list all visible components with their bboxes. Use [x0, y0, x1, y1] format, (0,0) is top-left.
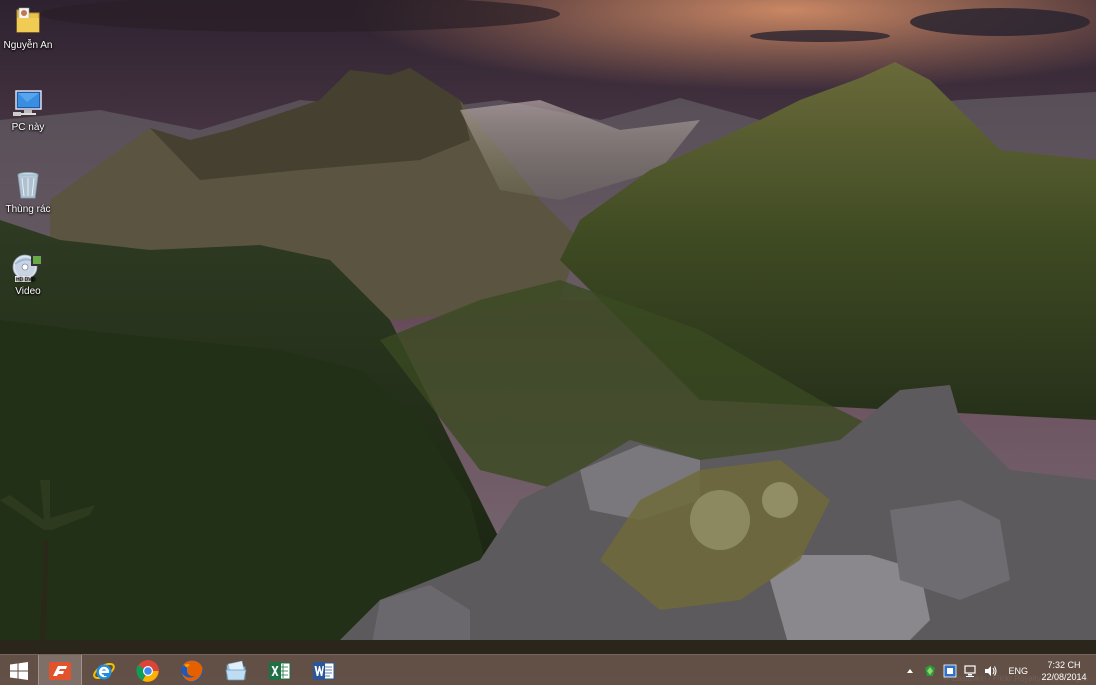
- recycle-bin-icon: [17, 172, 39, 199]
- action-center-button[interactable]: [942, 663, 958, 679]
- desktop-icon-this-pc[interactable]: PC này: [2, 86, 54, 133]
- flag-notification-icon: [944, 664, 957, 677]
- shield-app-icon: [925, 664, 936, 676]
- start-button[interactable]: [0, 655, 38, 685]
- chevron-up-icon: [907, 668, 914, 673]
- taskbar-app-file-explorer[interactable]: [214, 655, 258, 685]
- desktop-icon-label: Video: [15, 286, 41, 297]
- firefox-icon: [181, 659, 203, 682]
- desktop-icon-user-folder[interactable]: Nguyễn An: [2, 4, 54, 51]
- svg-text:HD DVD: HD DVD: [16, 277, 36, 283]
- system-tray: ENG 7:32 CH 22/08/2014: [900, 655, 1096, 685]
- clock-time: 7:32 CH: [1047, 659, 1081, 670]
- taskbar: ENG 7:32 CH 22/08/2014: [0, 654, 1096, 685]
- taskbar-app-internet-explorer[interactable]: [82, 655, 126, 685]
- folder-icon: [225, 660, 247, 680]
- speaker-icon: [985, 665, 998, 676]
- taskbar-app-microsoft-excel[interactable]: [258, 655, 302, 685]
- volume-button[interactable]: [982, 663, 998, 679]
- clock-date: 22/08/2014: [1041, 671, 1087, 682]
- taskbar-app-google-chrome[interactable]: [126, 655, 170, 685]
- tray-app-button[interactable]: [922, 663, 938, 679]
- input-language-indicator[interactable]: ENG: [1008, 666, 1028, 676]
- show-hidden-icons-button[interactable]: [902, 663, 918, 679]
- network-button[interactable]: [962, 663, 978, 679]
- taskbar-app-firefox[interactable]: [170, 655, 214, 685]
- taskbar-app-microsoft-word[interactable]: [302, 655, 346, 685]
- computer-icon: [13, 90, 42, 116]
- wallpaper-landscape: [0, 0, 1096, 685]
- dvd-video-icon: HD DVD: [12, 254, 43, 283]
- clock[interactable]: 7:32 CH 22/08/2014: [1038, 659, 1090, 683]
- user-folder-icon: [16, 7, 40, 33]
- desktop: Nguyễn An PC này Thùng rác HD DVD Video …: [0, 0, 1096, 685]
- chrome-icon: [136, 659, 159, 682]
- ie-icon: [93, 662, 115, 679]
- word-icon: [313, 661, 335, 680]
- desktop-icon-recycle-bin[interactable]: Thùng rác: [2, 168, 54, 215]
- desktop-icon-label: Thùng rác: [5, 204, 51, 215]
- desktop-icon-label: PC này: [11, 122, 45, 133]
- foxit-icon: [49, 661, 71, 680]
- desktop-icon-label: Nguyễn An: [3, 40, 53, 51]
- network-icon: [964, 664, 977, 677]
- taskbar-app-foxit-reader[interactable]: [38, 655, 82, 685]
- excel-icon: [269, 661, 291, 680]
- windows-logo-icon: [10, 661, 28, 680]
- desktop-icon-video[interactable]: HD DVD Video: [2, 250, 54, 297]
